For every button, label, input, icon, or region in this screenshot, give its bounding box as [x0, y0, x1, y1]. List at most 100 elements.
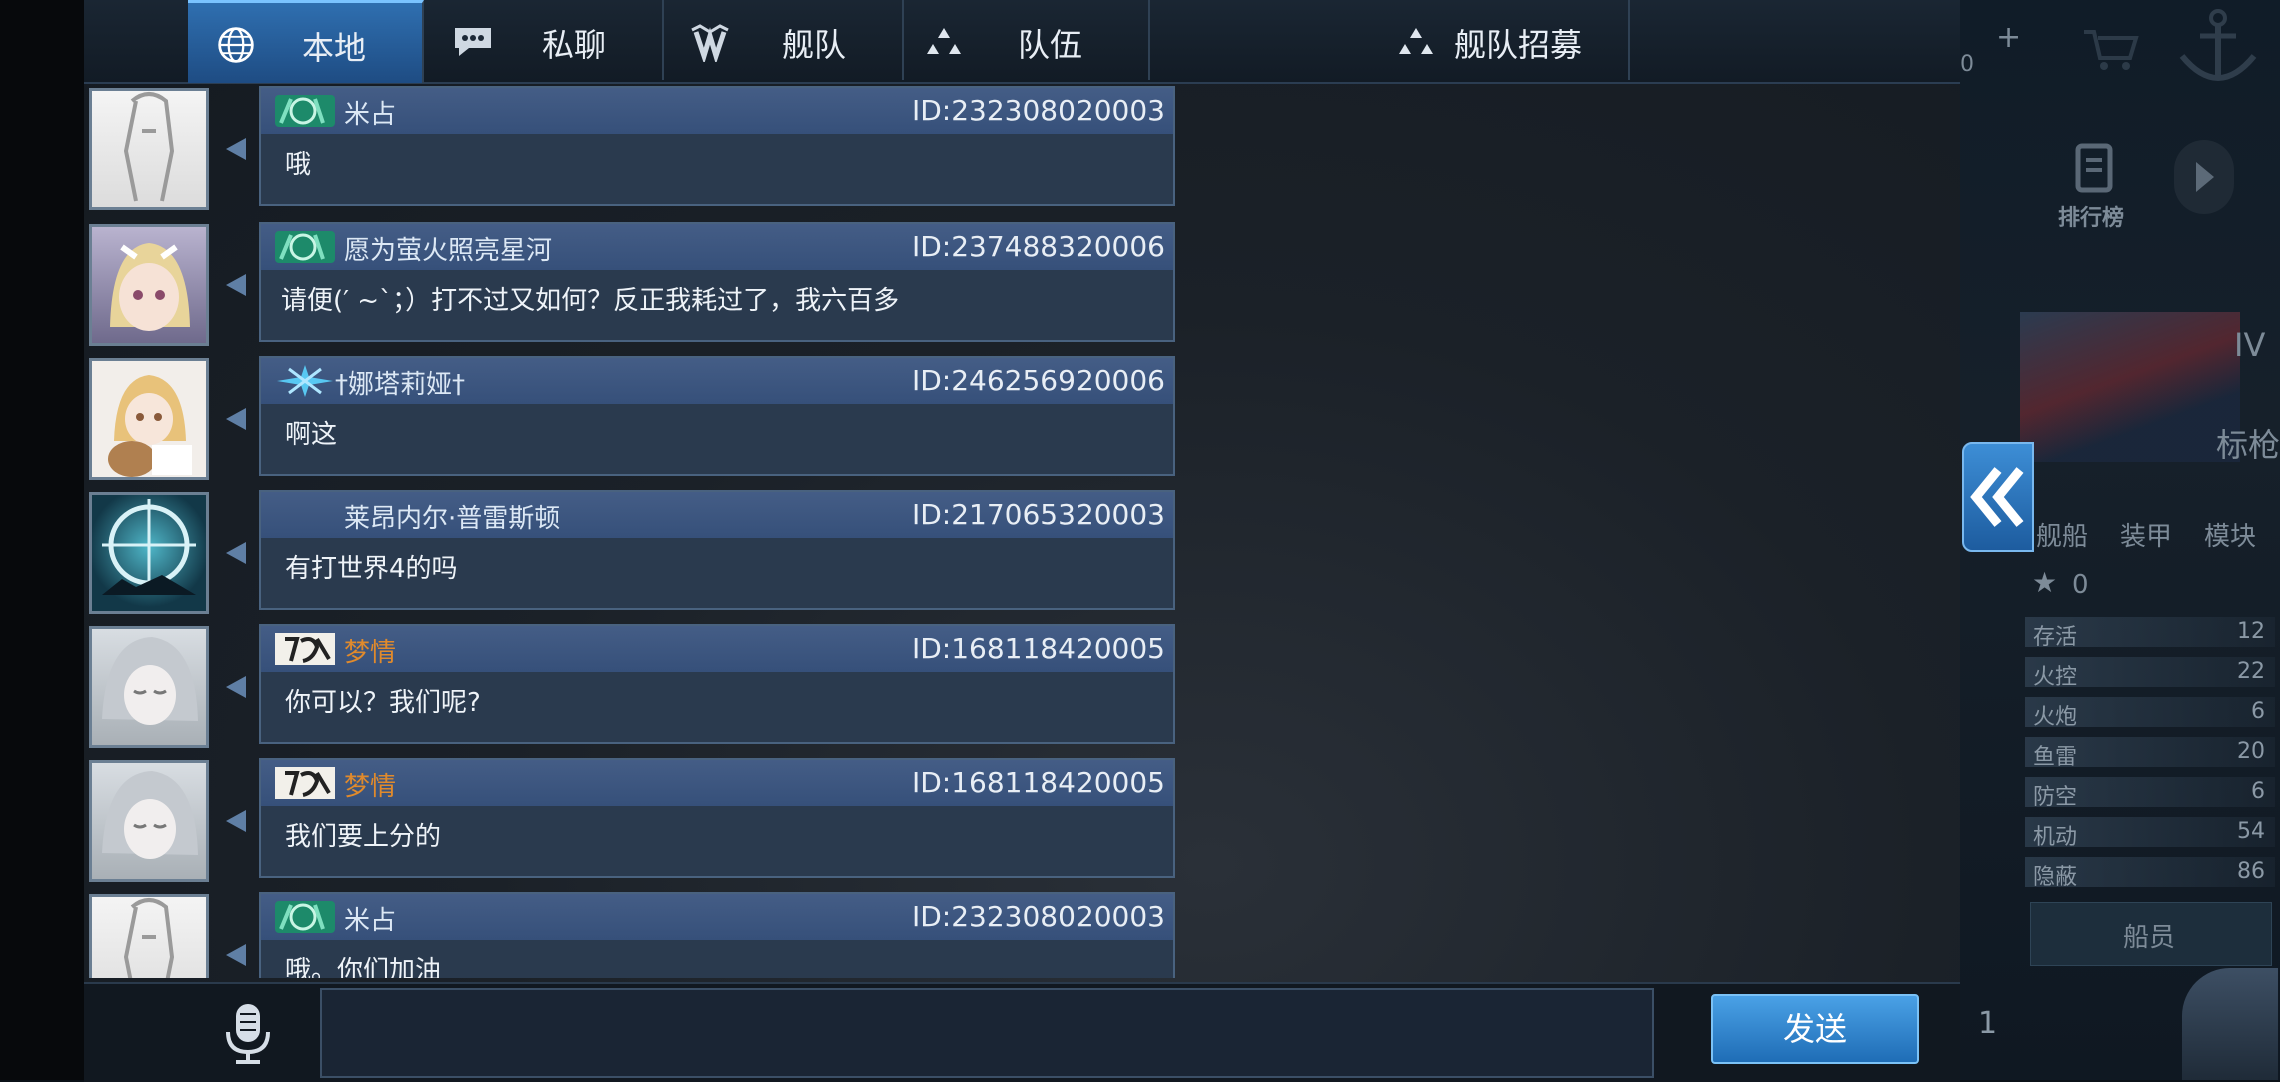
tab-local[interactable]: 本地: [188, 0, 424, 83]
message-text: 啊这: [285, 420, 338, 450]
crew-button[interactable]: 船员: [2030, 902, 2272, 966]
message-bubble: 梦情 ID:168118420005 我们要上分的: [259, 758, 1175, 878]
tab-ship[interactable]: 舰船: [2036, 516, 2088, 553]
tab-team[interactable]: 队伍: [902, 0, 1150, 80]
message-header: 莱昂内尔·普雷斯顿 ID:217065320003: [261, 492, 1173, 538]
sender-id: ID:232308020003: [911, 900, 1165, 933]
captain-avatar[interactable]: [2182, 968, 2278, 1080]
message-item: 米占 ID:232308020003 哦。你们加油: [84, 886, 1184, 978]
tab-armor[interactable]: 装甲: [2120, 516, 2172, 553]
sender-id: ID:217065320003: [911, 498, 1165, 531]
ship-rank: IV: [2234, 326, 2266, 364]
message-text: 请便(′ ~`；）打不过又如何？反正我耗过了，我六百多: [281, 286, 900, 316]
tab-module[interactable]: 模块: [2204, 516, 2256, 553]
message-bubble: 米占 ID:232308020003 哦。你们加油: [259, 892, 1175, 978]
sender-name[interactable]: †娜塔莉娅†: [335, 364, 465, 401]
tab-fleet-recruit[interactable]: 舰队招募: [1148, 0, 1630, 80]
message-item: 梦情 ID:168118420005 我们要上分的: [84, 752, 1184, 886]
globe-icon: [218, 27, 254, 63]
tab-fleet[interactable]: 舰队: [662, 0, 904, 80]
shop-cart-icon[interactable]: [2080, 26, 2140, 72]
message-header: 米占 ID:232308020003: [261, 894, 1173, 940]
fleet-icon: [691, 24, 729, 62]
tab-private-label: 私聊: [542, 26, 607, 64]
send-button[interactable]: 发送: [1711, 994, 1919, 1064]
message-item: †娜塔莉娅† ID:246256920006 啊这: [84, 350, 1184, 484]
ranking-icon[interactable]: 排行榜: [2050, 140, 2140, 231]
bubble-pointer: [226, 138, 246, 160]
chat-panel: 本地 私聊 舰队 队伍 舰队招募 米占 ID:232308020003 哦 愿为…: [84, 0, 1960, 1082]
sender-name[interactable]: 莱昂内尔·普雷斯顿: [344, 498, 560, 535]
tab-fleet-label: 舰队: [782, 26, 847, 64]
sender-id: ID:232308020003: [911, 94, 1165, 127]
chat-bubble-icon: [455, 28, 491, 56]
channel-tab-bar: 本地 私聊 舰队 队伍 舰队招募: [84, 0, 1960, 84]
sender-id: ID:168118420005: [911, 632, 1165, 665]
chat-input-bar: 发送: [84, 982, 1960, 1082]
green-emblem-badge: [275, 231, 335, 263]
message-text: 我们要上分的: [285, 822, 442, 852]
message-list[interactable]: 米占 ID:232308020003 哦 愿为萤火照亮星河 ID:2374883…: [84, 82, 1960, 978]
message-text: 哦。你们加油: [285, 956, 442, 978]
team-icon: [1399, 28, 1433, 54]
message-bubble: 莱昂内尔·普雷斯顿 ID:217065320003 有打世界4的吗: [259, 490, 1175, 610]
crew-label: 船员: [2123, 923, 2176, 953]
stat-row: 火控 22: [2025, 657, 2275, 690]
bubble-pointer: [226, 676, 246, 698]
sender-name[interactable]: 米占: [344, 94, 396, 131]
stat-row: 防空 6: [2025, 777, 2275, 810]
avatar[interactable]: [89, 88, 209, 210]
message-bubble: 梦情 ID:168118420005 你可以？我们呢?: [259, 624, 1175, 744]
bubble-pointer: [226, 944, 246, 966]
blue-star-emblem-badge: [277, 365, 333, 397]
double-chevron-left-icon: [1970, 467, 2024, 527]
message-item: 愿为萤火照亮星河 ID:237488320006 请便(′ ~`；）打不过又如何…: [84, 216, 1184, 350]
avatar[interactable]: [89, 492, 209, 614]
sender-id: ID:246256920006: [911, 364, 1165, 397]
message-header: †娜塔莉娅† ID:246256920006: [261, 358, 1173, 404]
bubble-pointer: [226, 274, 246, 296]
top-counter: 0: [1960, 52, 1974, 77]
message-bubble: 米占 ID:232308020003 哦: [259, 86, 1175, 206]
stat-row: 火炮 6: [2025, 697, 2275, 730]
star-icon: ★: [2032, 566, 2058, 599]
message-header: 愿为萤火照亮星河 ID:237488320006: [261, 224, 1173, 270]
screen-left-edge: [0, 0, 84, 1080]
sender-name[interactable]: 米占: [344, 900, 396, 937]
tab-team-label: 队伍: [1018, 26, 1083, 64]
star-count: 0: [2072, 570, 2089, 600]
avatar[interactable]: [89, 358, 209, 480]
chat-message-input[interactable]: [320, 988, 1654, 1078]
calligraphy-emblem-badge: [275, 767, 335, 799]
calligraphy-emblem-badge: [275, 633, 335, 665]
microphone-icon[interactable]: [220, 1002, 276, 1064]
ship-image: [2020, 312, 2240, 462]
sender-name[interactable]: 梦情: [344, 766, 396, 803]
message-header: 米占 ID:232308020003: [261, 88, 1173, 134]
message-item: 米占 ID:232308020003 哦: [84, 82, 1184, 214]
green-emblem-badge: [275, 95, 335, 127]
sender-name[interactable]: 梦情: [344, 632, 396, 669]
tab-private[interactable]: 私聊: [422, 0, 664, 80]
next-arrow-icon[interactable]: [2174, 140, 2234, 214]
avatar[interactable]: [89, 626, 209, 748]
message-item: 莱昂内尔·普雷斯顿 ID:217065320003 有打世界4的吗: [84, 484, 1184, 618]
message-header: 梦情 ID:168118420005: [261, 760, 1173, 806]
plus-icon[interactable]: +: [1996, 20, 2021, 55]
tab-fleet-recruit-label: 舰队招募: [1454, 26, 1583, 64]
anchor-icon[interactable]: [2174, 8, 2262, 92]
avatar[interactable]: [89, 224, 209, 346]
sender-id: ID:237488320006: [911, 230, 1165, 263]
bubble-pointer: [226, 542, 246, 564]
avatar[interactable]: [89, 894, 209, 978]
stat-row: 存活 12: [2025, 617, 2275, 650]
avatar[interactable]: [89, 760, 209, 882]
sender-name[interactable]: 愿为萤火照亮星河: [344, 230, 552, 267]
team-icon: [927, 28, 961, 54]
message-bubble: 愿为萤火照亮星河 ID:237488320006 请便(′ ~`；）打不过又如何…: [259, 222, 1175, 342]
stat-row: 隐蔽 86: [2025, 857, 2275, 890]
green-emblem-badge: [275, 901, 335, 933]
collapse-chat-button[interactable]: [1962, 442, 2034, 552]
message-bubble: †娜塔莉娅† ID:246256920006 啊这: [259, 356, 1175, 476]
message-text: 哦: [285, 150, 312, 180]
